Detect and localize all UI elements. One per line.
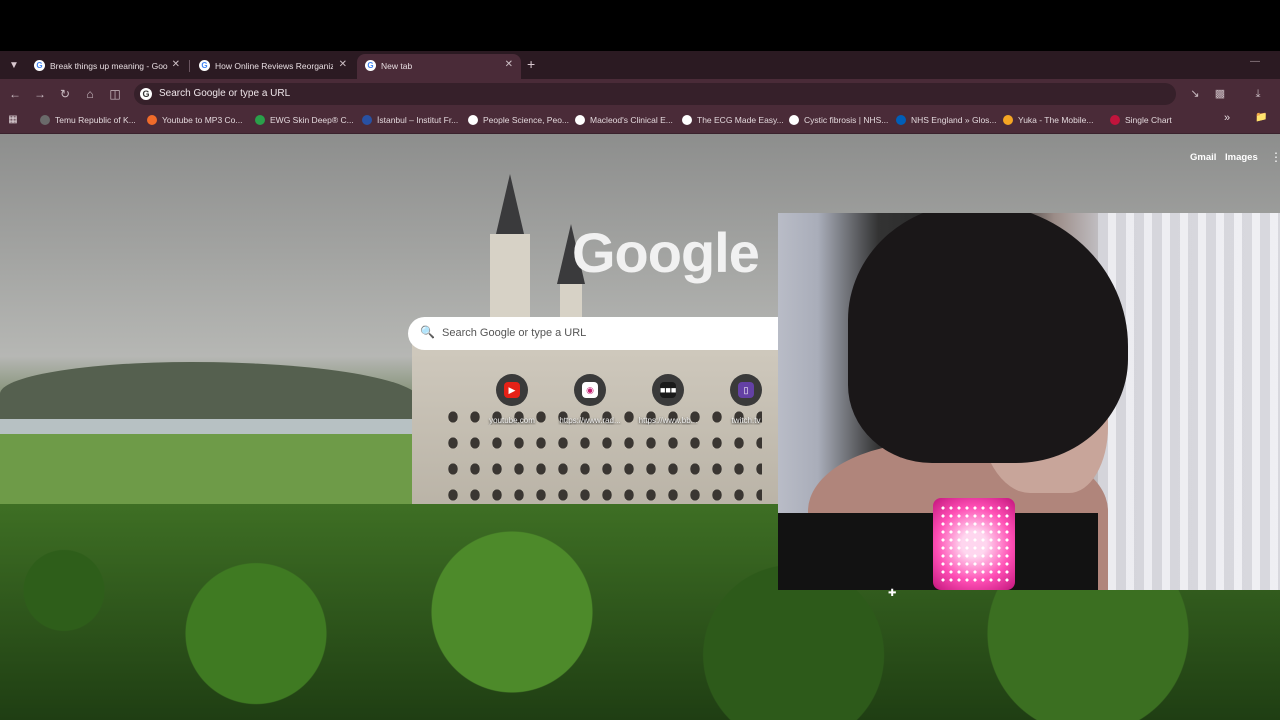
bookmark-item[interactable]: NHS England » Glos... (896, 114, 997, 128)
bookmark-label: NHS England » Glos... (911, 114, 997, 125)
side-panel-icon[interactable]: ◫ (107, 86, 123, 102)
webcam-curtain (1098, 213, 1280, 590)
google-favicon-icon: G (34, 60, 45, 71)
new-tab-icon[interactable]: + (527, 56, 535, 72)
bookmark-item[interactable]: Temu Republic of K... (40, 114, 136, 128)
shortcut-circle: ◉ (574, 374, 606, 406)
close-tab-icon[interactable]: ✕ (172, 59, 180, 70)
radio-icon: ◉ (582, 382, 598, 398)
bookmark-item[interactable]: Single Chart (1110, 114, 1172, 128)
bookmark-label: Temu Republic of K... (55, 114, 136, 125)
bbc-icon: ■■■ (660, 382, 676, 398)
all-bookmarks-folder-icon[interactable]: 📁 (1255, 112, 1267, 126)
tab-strip: ▼ G Break things up meaning - Goo ✕ G Ho… (0, 51, 1280, 79)
bookmark-label: Single Chart (1125, 114, 1172, 125)
mouse-cursor-icon: ✚ (888, 588, 897, 599)
bookmark-favicon-icon (40, 114, 50, 125)
shortcut-label: twitch.tv (731, 416, 761, 425)
reload-icon[interactable]: ↻ (57, 86, 73, 102)
bookmark-item[interactable]: Youtube to MP3 Co... (147, 114, 243, 128)
bookmark-label: The ECG Made Easy... (697, 114, 784, 125)
download-arrow-icon[interactable]: ↘ (1187, 86, 1203, 102)
tab-title: How Online Reviews Reorganiz (215, 61, 333, 71)
castle-roof (496, 174, 524, 234)
bookmarks-bar: ▦ Temu Republic of K... Youtube to MP3 C… (0, 109, 1280, 134)
bookmark-label: EWG Skin Deep® C... (270, 114, 354, 125)
extensions-puzzle-icon[interactable]: ▩ (1212, 86, 1228, 102)
twitch-icon: ▯ (738, 382, 754, 398)
google-favicon-icon: G (199, 60, 210, 71)
shortcut-label: https://www.rad... (559, 416, 621, 425)
bookmark-label: Yuka - The Mobile... (1018, 114, 1094, 125)
bookmark-item[interactable]: Cystic fibrosis | NHS... (789, 114, 888, 128)
bookmark-favicon-icon (896, 114, 906, 125)
bookmark-label: Cystic fibrosis | NHS... (804, 114, 889, 125)
shortcut-label: https://www.bb... (638, 416, 698, 425)
bookmark-label: Youtube to MP3 Co... (162, 114, 243, 125)
shortcut-circle: ▯ (730, 374, 762, 406)
forward-icon[interactable]: → (32, 86, 48, 102)
screen-top-black-bar (0, 0, 1280, 51)
bookmark-favicon-icon (1003, 114, 1013, 125)
bookmark-favicon-icon (1110, 114, 1120, 125)
tab-search-dropdown-icon[interactable]: ▼ (6, 58, 22, 74)
tab-3-active[interactable]: G New tab ✕ (357, 54, 521, 79)
tab-divider (189, 60, 190, 72)
google-g-icon: G (140, 88, 152, 100)
shortcut-circle: ■■■ (652, 374, 684, 406)
bookmark-item[interactable]: People Science, Peo... (468, 114, 569, 128)
bookmark-item[interactable]: EWG Skin Deep® C... (255, 114, 354, 128)
bookmark-label: İstanbul – Institut Fr... (377, 114, 459, 125)
google-logo: Google (572, 221, 760, 284)
images-link[interactable]: Images (1225, 152, 1258, 163)
tab-title: New tab (381, 61, 413, 71)
shortcut-label: youtube.com (489, 416, 535, 425)
minimize-icon[interactable]: — (1250, 56, 1260, 67)
google-apps-icon[interactable]: ⋮⋮ (1270, 150, 1280, 164)
chrome-favicon-icon: G (365, 60, 376, 71)
tab-title: Break things up meaning - Goo (50, 61, 168, 71)
bookmark-favicon-icon (682, 114, 692, 125)
search-placeholder: Search Google or type a URL (442, 327, 587, 339)
webcam-person-hair (848, 213, 1128, 463)
webcam-overlay (778, 213, 1280, 590)
tab-1[interactable]: G Break things up meaning - Goo ✕ (26, 54, 188, 79)
bookmark-favicon-icon (362, 114, 372, 125)
back-icon[interactable]: ← (7, 86, 23, 102)
bookmark-favicon-icon (789, 114, 799, 125)
close-tab-icon[interactable]: ✕ (505, 59, 513, 70)
bookmark-item[interactable]: İstanbul – Institut Fr... (362, 114, 458, 128)
shortcut-circle: ▶ (496, 374, 528, 406)
omnibox[interactable]: G Search Google or type a URL (134, 83, 1176, 105)
home-icon[interactable]: ⌂ (82, 86, 98, 102)
tab-2[interactable]: G How Online Reviews Reorganiz ✕ (191, 54, 355, 79)
bookmark-label: Macleod's Clinical E... (590, 114, 673, 125)
omnibox-placeholder: Search Google or type a URL (159, 88, 291, 99)
shortcut-tile[interactable]: ◉ https://www.rad... (550, 374, 630, 425)
bookmark-favicon-icon (255, 114, 265, 125)
ntp-search-box[interactable]: 🔍 Search Google or type a URL (408, 317, 780, 350)
bookmark-label: People Science, Peo... (483, 114, 570, 125)
webcam-pink-lamp (933, 498, 1015, 590)
youtube-icon: ▶ (504, 382, 520, 398)
shortcut-tile[interactable]: ■■■ https://www.bb... (628, 374, 708, 425)
bookmark-item[interactable]: Macleod's Clinical E... (575, 114, 673, 128)
browser-toolbar: ← → ↻ ⌂ ◫ G Search Google or type a URL … (0, 79, 1280, 109)
downloads-icon[interactable]: ⤓ (1250, 86, 1266, 102)
gmail-link[interactable]: Gmail (1190, 152, 1216, 163)
bookmark-favicon-icon (575, 114, 585, 125)
bookmark-favicon-icon (468, 114, 478, 125)
bookmark-favicon-icon (147, 114, 157, 125)
search-icon: 🔍 (420, 325, 435, 339)
bookmark-item[interactable]: Yuka - The Mobile... (1003, 114, 1093, 128)
more-bookmarks-chevron-icon[interactable]: » (1224, 112, 1230, 126)
shortcut-tile[interactable]: ▯ twitch.tv (706, 374, 786, 425)
apps-grid-icon[interactable]: ▦ (8, 114, 23, 128)
bookmark-item[interactable]: The ECG Made Easy... (682, 114, 784, 128)
shortcut-tile[interactable]: ▶ youtube.com (472, 374, 552, 425)
close-tab-icon[interactable]: ✕ (339, 59, 347, 70)
